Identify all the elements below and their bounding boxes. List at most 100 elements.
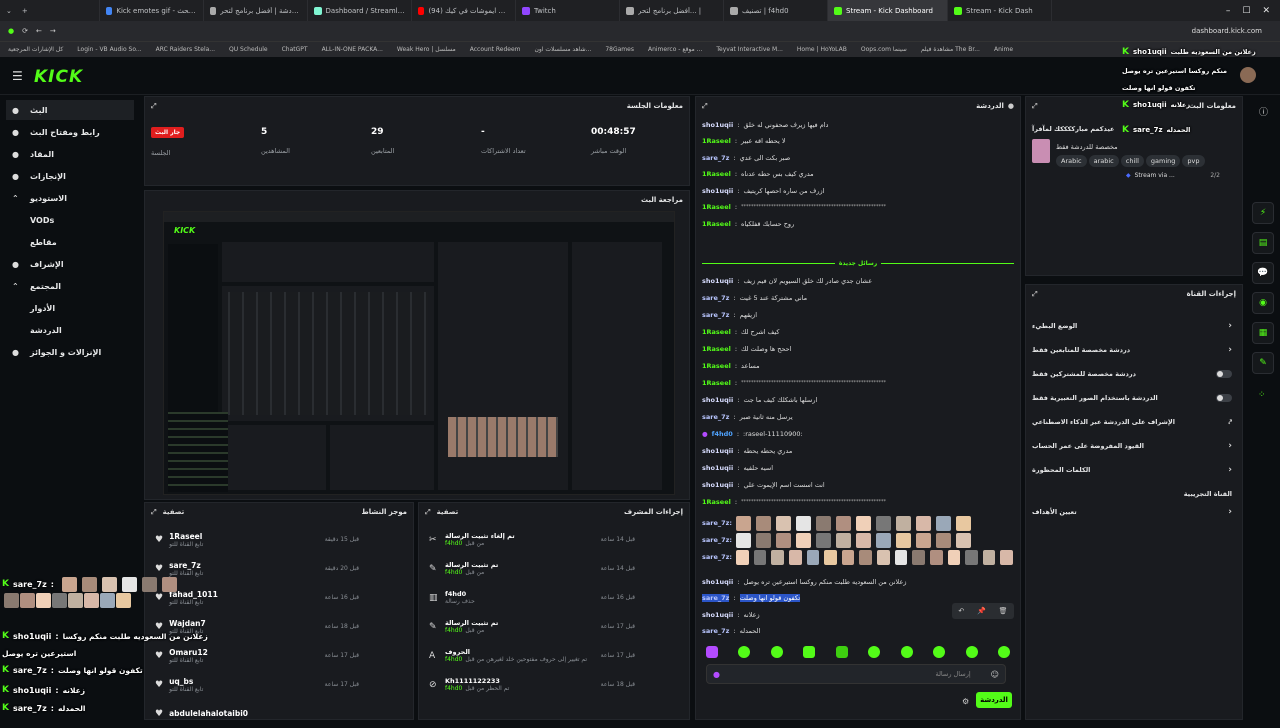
chat-emote-message[interactable]: sare_7z: bbox=[702, 515, 1014, 531]
chat-username[interactable]: sho1uqii bbox=[702, 481, 733, 489]
sidebar-item[interactable]: ● المقاد bbox=[6, 144, 134, 164]
chat-input[interactable]: ● إرسال رسالة ☺ bbox=[706, 664, 1006, 684]
chat-bubble-icon[interactable]: 💬 bbox=[1252, 262, 1274, 284]
sidebar-item[interactable]: VODs bbox=[6, 210, 134, 230]
activity-item[interactable]: ♥ 1Raseel تابع القناة للتو قبل 15 دقيقة bbox=[149, 525, 409, 554]
chat-message[interactable]: 1Raseel: ********************************… bbox=[702, 495, 1014, 508]
activity-item[interactable]: ♥ uq_bs تابع القناة للتو قبل 17 ساعة bbox=[149, 670, 409, 699]
emoji-icon[interactable]: ☺ bbox=[991, 670, 999, 679]
settings-icon[interactable]: ⚙ bbox=[962, 697, 969, 706]
chat-username[interactable]: sare_7z: bbox=[702, 519, 732, 527]
url-text[interactable]: dashboard.kick.com bbox=[1192, 27, 1262, 35]
channel-action-row[interactable]: تعيين الأهداف › bbox=[1032, 501, 1232, 523]
filter-button[interactable]: تصفية bbox=[163, 508, 185, 517]
expand-icon[interactable]: ⤢ bbox=[702, 102, 708, 111]
chat-username[interactable]: sare_7z bbox=[702, 294, 729, 302]
kick-logo[interactable]: KICK bbox=[34, 67, 83, 87]
browser-tab[interactable]: Twitch bbox=[516, 0, 620, 21]
tag-pill[interactable]: gaming bbox=[1145, 155, 1181, 167]
chat-username[interactable]: 1Raseel bbox=[702, 379, 731, 387]
chat-message[interactable]: sho1uqii: زعلانن من السعوديه طلبت منكم رو… bbox=[702, 575, 1014, 588]
chat-username[interactable]: 1Raseel bbox=[702, 498, 731, 506]
emote-green-6[interactable] bbox=[900, 646, 913, 658]
activity-item[interactable]: ♥ Omaru12 تابع القناة للتو قبل 17 ساعة bbox=[149, 641, 409, 670]
chat-username[interactable]: 1Raseel bbox=[702, 170, 731, 178]
bookmark-item[interactable]: ALL-IN-ONE PACKA... bbox=[322, 46, 383, 53]
channel-action-row[interactable]: الوضع البطيء › bbox=[1032, 315, 1232, 337]
chat-username[interactable]: sho1uqii bbox=[702, 121, 733, 129]
chat-username[interactable]: 1Raseel bbox=[702, 328, 731, 336]
browser-tab[interactable]: Kick emotes gif - بحث Google bbox=[100, 0, 204, 21]
expand-icon[interactable]: ⤢ bbox=[151, 102, 157, 111]
chat-username[interactable]: sare_7z: bbox=[702, 553, 732, 561]
sidebar-item[interactable]: الأدوار bbox=[6, 298, 134, 318]
emote-green-1[interactable] bbox=[738, 646, 751, 658]
chat-username[interactable]: sho1uqii bbox=[702, 447, 733, 455]
chat-username[interactable]: sho1uqii bbox=[702, 187, 733, 195]
bookmark-item[interactable]: 78Games bbox=[605, 46, 634, 53]
chat-message[interactable]: 1Raseel: ********************************… bbox=[702, 201, 1014, 214]
chat-message[interactable]: 1Raseel: كيف اشرح لك bbox=[702, 325, 1014, 338]
chat-message[interactable]: sho1uqii: دام فيها زيرف صحفوني له خلق bbox=[702, 118, 1014, 131]
bolt-icon[interactable]: ⚡ bbox=[1252, 202, 1274, 224]
chevron-right-icon[interactable]: › bbox=[1228, 441, 1232, 451]
chat-message[interactable]: 1Raseel: روح حسابك قفلكياه bbox=[702, 217, 1014, 230]
close-icon[interactable]: ✕ bbox=[1262, 6, 1270, 16]
chat-username[interactable]: sho1uqii bbox=[702, 611, 733, 619]
bookmark-item[interactable]: Weak Hero | مسلسل bbox=[397, 46, 456, 53]
file-icon[interactable]: ▤ bbox=[1252, 232, 1274, 254]
browser-tab[interactable]: أفضل برنامج لتحر... | bbox=[620, 0, 724, 21]
bookmark-item[interactable]: Home | HoYoLAB bbox=[797, 46, 847, 53]
chat-username[interactable]: sho1uqii bbox=[702, 578, 733, 586]
chat-message[interactable]: sho1uqii: ازرف من ساره احصها كريتيف bbox=[702, 184, 1014, 197]
maximize-icon[interactable]: ☐ bbox=[1242, 6, 1250, 16]
channel-action-row[interactable]: الكلمات المحظورة › bbox=[1032, 459, 1232, 481]
chat-username[interactable]: 1Raseel bbox=[702, 137, 731, 145]
chat-username[interactable]: sho1uqii bbox=[702, 277, 733, 285]
emote-green-8[interactable] bbox=[965, 646, 978, 658]
send-button[interactable]: الدردشة bbox=[976, 692, 1012, 708]
browser-tab[interactable]: Dashboard / Streamlabs bbox=[308, 0, 412, 21]
expand-icon[interactable]: ⤢ bbox=[1032, 102, 1038, 111]
chat-message[interactable]: sho1uqii: اسيه حلفيه bbox=[702, 461, 1014, 474]
browser-tab[interactable]: Stream - Kick Dash bbox=[948, 0, 1052, 21]
emote-purple[interactable] bbox=[706, 646, 718, 658]
bookmark-item[interactable]: Account Redeem bbox=[470, 46, 521, 53]
sidebar-item[interactable]: ● الإشراف bbox=[6, 254, 134, 274]
bookmark-item[interactable]: ChatGPT bbox=[282, 46, 308, 53]
info-icon[interactable]: ⓘ bbox=[1259, 105, 1268, 118]
new-tab-icon[interactable]: + bbox=[22, 7, 28, 15]
chat-username[interactable]: sare_7z: bbox=[702, 536, 732, 544]
mod-action-item[interactable]: ✎ تم تثبيت الرسالة f4hd0 من قبل قبل 17 ساعة bbox=[423, 612, 685, 641]
browser-tab[interactable]: Stream - Kick Dashboard bbox=[828, 0, 948, 21]
stream-preview-video[interactable]: KICK bbox=[163, 211, 675, 495]
emote-green-7[interactable] bbox=[933, 646, 946, 658]
expand-icon[interactable]: ⤢ bbox=[151, 508, 157, 517]
filter-button[interactable]: تصفية bbox=[437, 508, 459, 517]
pin-icon[interactable]: 📌 bbox=[977, 607, 986, 615]
chat-username[interactable]: 1Raseel bbox=[702, 220, 731, 228]
back-icon[interactable]: ← bbox=[36, 27, 42, 35]
reply-icon[interactable]: ↶ bbox=[958, 607, 964, 615]
channel-action-row[interactable]: دردشة مخصصة للمتابعين فقط › bbox=[1032, 339, 1232, 361]
activity-item[interactable]: ♥ abdulelahalotaibi0 bbox=[149, 699, 409, 728]
chat-username[interactable]: sare_7z bbox=[702, 627, 729, 635]
more-icon[interactable]: ⁘ bbox=[1258, 390, 1266, 400]
bookmark-item[interactable]: شاهد مسلسلات اون... bbox=[535, 46, 592, 53]
chat-message[interactable]: 1Raseel: ********************************… bbox=[702, 376, 1014, 389]
chevron-right-icon[interactable]: › bbox=[1228, 465, 1232, 475]
chat-username[interactable]: sho1uqii bbox=[702, 464, 733, 472]
chat-message[interactable]: 1Raseel: مساعد bbox=[702, 359, 1014, 372]
chevron-right-icon[interactable]: › bbox=[1228, 507, 1232, 517]
sidebar-item[interactable]: الدردشة bbox=[6, 320, 134, 340]
channel-action-row[interactable]: الدردشة باستخدام الصور التعبيرية فقط bbox=[1032, 387, 1232, 409]
channel-action-row[interactable]: الإشراف على الدردشة عبر الذكاء الاصطناعي… bbox=[1032, 411, 1232, 433]
chat-message[interactable]: sare_7z: الحمدله bbox=[702, 625, 1014, 638]
chat-username[interactable]: 1Raseel bbox=[702, 345, 731, 353]
sidebar-item[interactable]: ● الإنجازات bbox=[6, 166, 134, 186]
chat-emote-message[interactable]: sare_7z: bbox=[702, 532, 1014, 548]
chat-username[interactable]: f4hd0 bbox=[712, 430, 733, 438]
chat-message[interactable]: sare_7z: ازيقهم bbox=[702, 308, 1014, 321]
browser-tab[interactable]: كيف اخلط ايموشات في كيك (94) bbox=[412, 0, 516, 21]
sidebar-item[interactable]: ⌃ الاستوديو bbox=[6, 188, 134, 208]
